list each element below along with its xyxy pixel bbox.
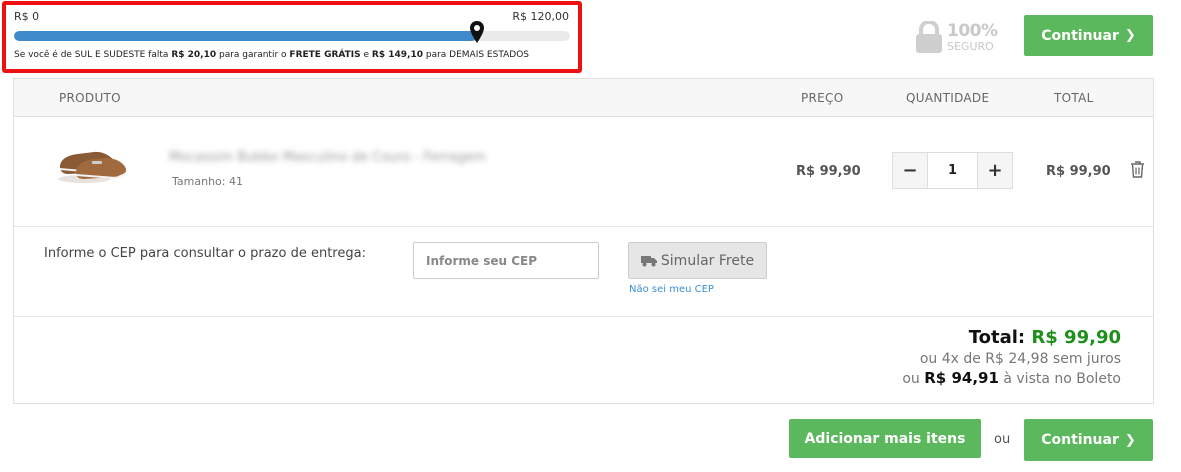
shoe-icon[interactable]: [54, 137, 129, 187]
map-pin-icon: [469, 21, 484, 43]
progress-max-label: R$ 120,00: [512, 10, 569, 23]
line-total: R$ 99,90: [1046, 164, 1111, 179]
boleto-text: ou R$ 94,91 à vista no Boleto: [902, 369, 1121, 387]
boleto-value: R$ 94,91: [924, 369, 999, 387]
chevron-right-icon: ❯: [1124, 28, 1136, 43]
cep-input[interactable]: [413, 242, 599, 279]
quantity-stepper: − 1 +: [892, 152, 1013, 189]
header-price: PREÇO: [801, 91, 844, 105]
cart-item-row: Mocassim Bubbo Masculino de Couro - Ferr…: [14, 117, 1153, 227]
chevron-right-icon: ❯: [1124, 432, 1136, 448]
lock-icon: [916, 21, 942, 53]
progress-fill: [14, 31, 477, 41]
product-name[interactable]: Mocassim Bubbo Masculino de Couro - Ferr…: [169, 150, 486, 165]
simulate-shipping-button[interactable]: Simular Frete: [628, 242, 767, 279]
product-size: Tamanho: 41: [172, 175, 243, 188]
cart-header: PRODUTO PREÇO QUANTIDADE TOTAL: [14, 79, 1153, 117]
or-text: ou: [994, 432, 1011, 447]
progress-track: [14, 31, 570, 41]
quantity-decrease-button[interactable]: −: [892, 152, 928, 189]
continue-label: Continuar: [1041, 432, 1119, 448]
product-price: R$ 99,90: [796, 164, 861, 179]
total-label: Total:: [968, 327, 1026, 348]
header-total: TOTAL: [1054, 91, 1094, 105]
add-more-items-button[interactable]: Adicionar mais itens: [789, 419, 981, 458]
secure-percent: 100%: [947, 21, 998, 41]
quantity-increase-button[interactable]: +: [977, 152, 1013, 189]
cep-help-link[interactable]: Não sei meu CEP: [629, 284, 714, 295]
order-totals: Total: R$ 99,90 ou 4x de R$ 24,98 sem ju…: [902, 327, 1121, 387]
header-quantity: QUANTIDADE: [906, 91, 990, 105]
progress-min-label: R$ 0: [14, 10, 40, 23]
total-value: R$ 99,90: [1031, 327, 1121, 348]
cart-table: PRODUTO PREÇO QUANTIDADE TOTAL Mocassim …: [13, 78, 1154, 404]
truck-icon: [640, 255, 657, 266]
simulate-shipping-label: Simular Frete: [660, 252, 755, 269]
free-shipping-progress-box: R$ 0 R$ 120,00 Se você é de SUL E SUDEST…: [2, 1, 582, 73]
continue-label: Continuar: [1041, 27, 1119, 44]
trash-icon[interactable]: [1130, 161, 1145, 178]
continue-button-top[interactable]: Continuar ❯: [1024, 15, 1153, 56]
quantity-input[interactable]: 1: [928, 152, 977, 189]
continue-button-bottom[interactable]: Continuar ❯: [1024, 419, 1153, 461]
cep-label: Informe o CEP para consultar o prazo de …: [44, 246, 366, 261]
shipping-calculator: Informe o CEP para consultar o prazo de …: [14, 228, 1153, 317]
secure-badge: 100% SEGURO: [915, 20, 1015, 56]
total-line: Total: R$ 99,90: [902, 327, 1121, 348]
secure-text: SEGURO: [947, 40, 994, 53]
header-product: PRODUTO: [59, 91, 121, 105]
installments-text: ou 4x de R$ 24,98 sem juros: [919, 351, 1121, 367]
free-shipping-message: Se você é de SUL E SUDESTE falta R$ 20,1…: [14, 50, 530, 60]
